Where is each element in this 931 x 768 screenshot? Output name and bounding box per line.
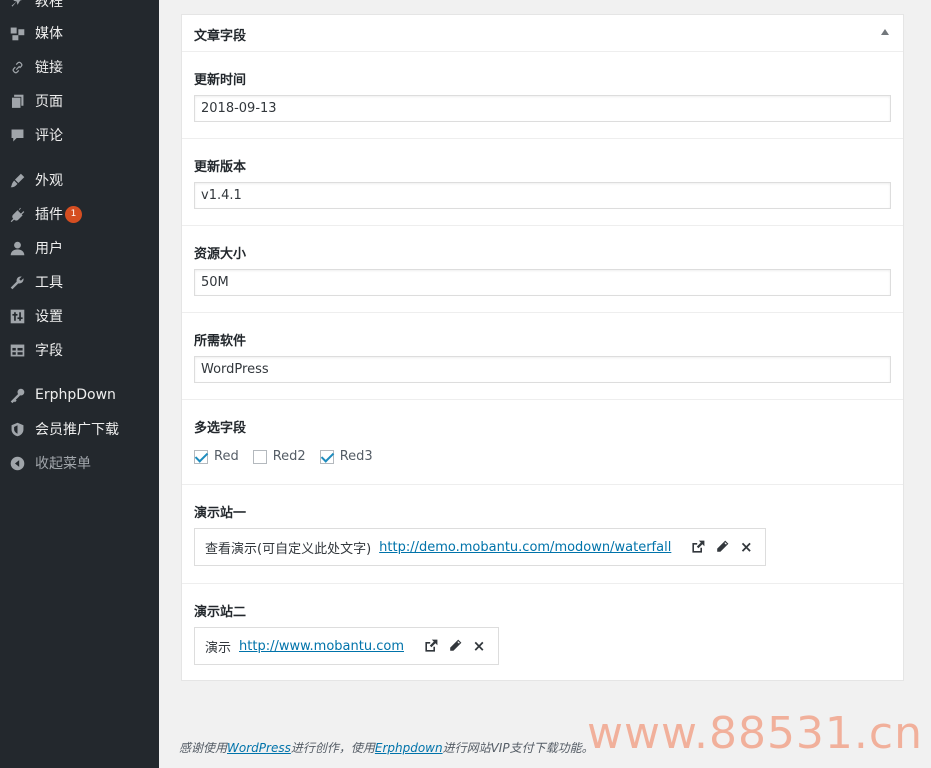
sidebar-item-label: 收起菜单 — [35, 456, 91, 472]
field-label: 所需软件 — [194, 334, 247, 349]
required-software-input[interactable] — [194, 356, 891, 383]
external-link-icon[interactable] — [689, 538, 707, 556]
field-label: 演示站一 — [194, 506, 247, 521]
checkbox-checked[interactable] — [319, 449, 334, 464]
metabox-title: 文章字段 — [194, 29, 247, 44]
checkbox-unchecked[interactable] — [252, 449, 267, 464]
sidebar-item-label: ErphpDown — [35, 387, 116, 403]
sidebar-item-affiliate[interactable]: 会员推广下载 — [0, 414, 159, 444]
field-update-time: 更新时间 — [182, 52, 903, 139]
external-link-icon[interactable] — [422, 637, 440, 655]
pencil-icon[interactable] — [713, 538, 731, 556]
field-label: 更新版本 — [194, 160, 247, 175]
sidebar-item-label: 媒体 — [35, 26, 63, 42]
erphpdown-link[interactable]: Erphpdown — [375, 741, 443, 755]
checkbox-label: Red — [214, 449, 239, 464]
sidebar-item-plugins[interactable]: 插件 1 — [0, 199, 159, 229]
table-icon — [8, 341, 26, 359]
metabox-header: 文章字段 — [182, 15, 903, 52]
wrench-icon — [8, 273, 26, 291]
post-fields-metabox: 文章字段 更新时间 更新版本 资源大小 所需软件 多选字段 Red Red2 — [181, 14, 904, 681]
key-icon — [8, 386, 26, 404]
sidebar-item-label: 用户 — [35, 241, 63, 257]
sidebar-item-label: 页面 — [35, 94, 63, 110]
sidebar-item-links[interactable]: 链接 — [0, 52, 159, 82]
pencil-icon[interactable] — [446, 637, 464, 655]
footer-thanks: 感谢使用WordPress进行创作，使用Erphpdown进行网站VIP支付下载… — [179, 739, 594, 756]
sidebar-item-media[interactable]: 媒体 — [0, 18, 159, 48]
collapse-menu-button[interactable]: 收起菜单 — [0, 448, 159, 478]
sidebar-item-label: 教程 — [35, 0, 63, 10]
link-display: 查看演示(可自定义此处文字) http://demo.mobantu.com/m… — [194, 528, 767, 566]
page-icon — [8, 92, 26, 110]
field-multi-select: 多选字段 Red Red2 Red3 — [182, 400, 903, 485]
sidebar-item-tools[interactable]: 工具 — [0, 267, 159, 297]
collapse-icon — [8, 454, 26, 472]
settings-icon — [8, 307, 26, 325]
link-display: 演示 http://www.mobantu.com × — [194, 627, 499, 665]
field-label: 更新时间 — [194, 73, 247, 88]
checkbox-red2[interactable]: Red2 — [252, 449, 306, 464]
sidebar-item-label: 评论 — [35, 128, 63, 144]
sidebar-item-label: 会员推广下载 — [35, 422, 119, 438]
field-demo-site-1: 演示站一 查看演示(可自定义此处文字) http://demo.mobantu.… — [182, 485, 903, 584]
link-text: 演示 — [205, 640, 232, 656]
media-icon — [8, 24, 26, 42]
watermark: www.88531.cn — [587, 708, 923, 759]
sidebar-item-pages[interactable]: 页面 — [0, 86, 159, 116]
sidebar-item-users[interactable]: 用户 — [0, 233, 159, 263]
wordpress-link[interactable]: WordPress — [227, 741, 291, 755]
field-resource-size: 资源大小 — [182, 226, 903, 313]
field-required-software: 所需软件 — [182, 313, 903, 400]
checkbox-group: Red Red2 Red3 — [194, 449, 387, 464]
comment-icon — [8, 126, 26, 144]
footer-text: 感谢使用 — [179, 741, 228, 755]
checkbox-red[interactable]: Red — [194, 449, 239, 464]
update-count-badge: 1 — [65, 205, 82, 223]
update-time-input[interactable] — [194, 95, 891, 122]
collapse-toggle-icon[interactable] — [881, 29, 889, 35]
sidebar-item-label: 链接 — [35, 60, 63, 76]
field-update-version: 更新版本 — [182, 139, 903, 226]
sidebar-item-label: 工具 — [35, 275, 63, 291]
footer-text: 进行创作，使用 — [290, 741, 375, 755]
sidebar-item-settings[interactable]: 设置 — [0, 301, 159, 331]
field-label: 多选字段 — [194, 421, 247, 436]
sidebar-item-label: 设置 — [35, 309, 63, 325]
sidebar-item-label: 外观 — [35, 173, 63, 189]
resource-size-input[interactable] — [194, 269, 891, 296]
checkbox-label: Red3 — [339, 449, 373, 464]
user-icon — [8, 239, 26, 257]
checkbox-label: Red2 — [272, 449, 306, 464]
brush-icon — [8, 171, 26, 189]
thumbtack-icon — [8, 0, 26, 10]
link-text: 查看演示(可自定义此处文字) — [205, 541, 372, 557]
sidebar-item-erphpdown[interactable]: ErphpDown — [0, 380, 159, 410]
close-icon[interactable]: × — [737, 538, 755, 556]
field-label: 演示站二 — [194, 605, 247, 620]
field-label: 资源大小 — [194, 247, 247, 262]
admin-sidebar: 教程 媒体 链接 页面 评论 外观 插件 1 用户 工具 设置 字段 Erphp… — [0, 0, 159, 768]
shield-icon — [8, 420, 26, 438]
sidebar-item-label: 插件 — [35, 207, 63, 223]
demo-link[interactable]: http://demo.mobantu.com/modown/waterfall — [379, 540, 671, 555]
sidebar-item-appearance[interactable]: 外观 — [0, 165, 159, 195]
plugin-icon — [8, 205, 26, 223]
footer-text: 进行网站VIP支付下载功能。 — [442, 741, 594, 755]
link-icon — [8, 58, 26, 76]
update-version-input[interactable] — [194, 182, 891, 209]
sidebar-item-fields[interactable]: 字段 — [0, 335, 159, 365]
sidebar-item-tutorial[interactable]: 教程 — [0, 0, 159, 16]
checkbox-checked[interactable] — [194, 449, 208, 464]
field-demo-site-2: 演示站二 演示 http://www.mobantu.com × — [182, 584, 903, 681]
checkbox-red3[interactable]: Red3 — [319, 449, 373, 464]
sidebar-item-comments[interactable]: 评论 — [0, 120, 159, 150]
sidebar-item-label: 字段 — [35, 343, 63, 359]
demo-link[interactable]: http://www.mobantu.com — [239, 639, 404, 654]
close-icon[interactable]: × — [470, 637, 488, 655]
